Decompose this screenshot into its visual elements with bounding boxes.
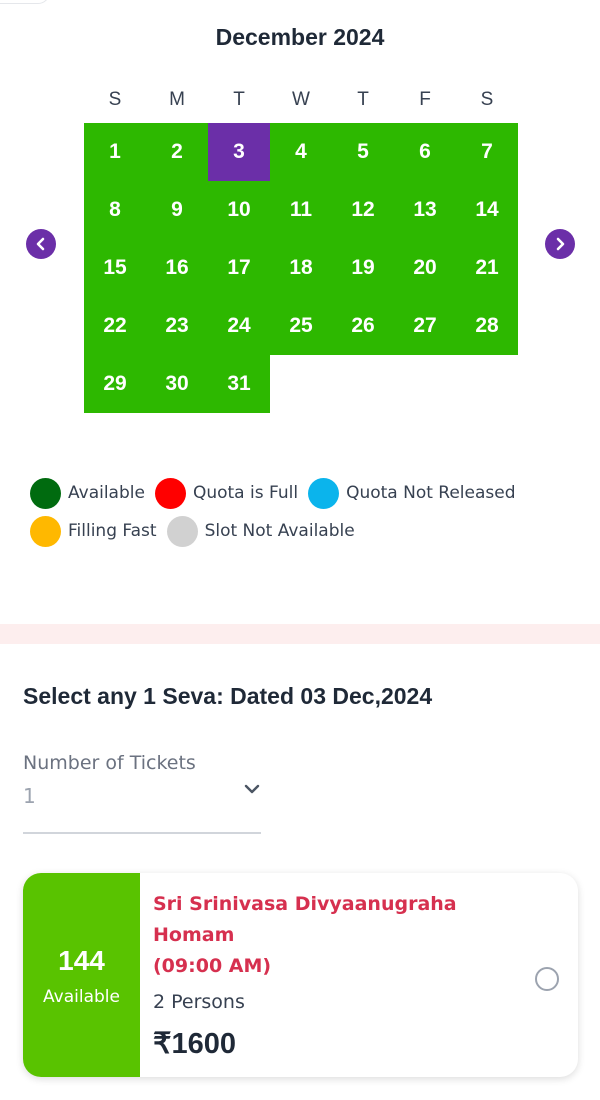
weekday-header: S M T W T F S — [84, 86, 518, 114]
legend-label: Available — [68, 483, 145, 503]
available-count: 144 — [58, 945, 105, 976]
calendar-day[interactable]: 19 — [332, 239, 394, 297]
calendar-day[interactable]: 13 — [394, 181, 456, 239]
number-of-tickets-select[interactable]: Number of Tickets 1 — [23, 752, 261, 834]
next-month-button[interactable] — [545, 229, 575, 259]
calendar-day[interactable]: 10 — [208, 181, 270, 239]
calendar-day[interactable]: 29 — [84, 355, 146, 413]
calendar-grid: 1 2 3 4 5 6 7 8 9 10 11 12 13 14 15 16 1… — [84, 123, 518, 413]
seva-info: Sri Srinivasa Divyaanugraha Homam (09:00… — [153, 889, 493, 1061]
legend-item-quota-not-released: Quota Not Released — [308, 477, 516, 509]
calendar-day[interactable]: 30 — [146, 355, 208, 413]
seva-time: (09:00 AM) — [153, 955, 272, 977]
tickets-label: Number of Tickets — [23, 752, 196, 774]
legend-label: Slot Not Available — [204, 521, 355, 541]
calendar-day[interactable]: 2 — [146, 123, 208, 181]
weekday-label: F — [419, 89, 431, 110]
calendar-day[interactable]: 12 — [332, 181, 394, 239]
quota-full-dot-icon — [154, 477, 186, 509]
legend-item-slot-not-available: Slot Not Available — [166, 515, 355, 547]
section-divider — [0, 624, 600, 644]
calendar-day[interactable]: 27 — [394, 297, 456, 355]
weekday-label: S — [108, 89, 122, 110]
legend-item-filling-fast: Filling Fast — [30, 515, 157, 547]
legend-item-available: Available — [30, 477, 145, 509]
available-dot-icon — [30, 477, 61, 509]
calendar-day[interactable]: 17 — [208, 239, 270, 297]
quota-not-released-dot-icon — [308, 477, 340, 509]
filling-fast-dot-icon — [30, 515, 61, 547]
calendar-day[interactable]: 21 — [456, 239, 518, 297]
seva-heading: Select any 1 Seva: Dated 03 Dec,2024 — [23, 683, 433, 709]
calendar-day[interactable]: 20 — [394, 239, 456, 297]
calendar-day[interactable]: 7 — [456, 123, 518, 181]
calendar-day[interactable]: 28 — [456, 297, 518, 355]
calendar-day-selected[interactable]: 3 — [208, 123, 270, 181]
weekday-label: M — [169, 89, 185, 110]
legend-item-quota-full: Quota is Full — [154, 477, 299, 509]
calendar-day[interactable]: 6 — [394, 123, 456, 181]
seva-name-line1: Sri Srinivasa Divyaanugraha — [153, 893, 457, 915]
legend-label: Quota is Full — [192, 483, 299, 503]
calendar-day[interactable]: 14 — [456, 181, 518, 239]
calendar-day[interactable]: 5 — [332, 123, 394, 181]
calendar-day[interactable]: 9 — [146, 181, 208, 239]
chevron-down-icon — [244, 784, 260, 794]
calendar-day[interactable]: 11 — [270, 181, 332, 239]
chevron-left-icon — [36, 237, 45, 251]
month-title: December 2024 — [215, 24, 385, 50]
calendar-day[interactable]: 15 — [84, 239, 146, 297]
calendar-day[interactable]: 18 — [270, 239, 332, 297]
slot-not-available-dot-icon — [166, 515, 198, 547]
seva-persons: 2 Persons — [153, 991, 245, 1013]
top-tab-edge — [0, 0, 50, 4]
calendar-day[interactable]: 26 — [332, 297, 394, 355]
chevron-right-icon — [556, 237, 565, 251]
calendar-day[interactable]: 4 — [270, 123, 332, 181]
calendar-day[interactable]: 23 — [146, 297, 208, 355]
weekday-label: T — [233, 89, 245, 110]
calendar-day[interactable]: 16 — [146, 239, 208, 297]
weekday-label: W — [292, 89, 310, 110]
availability-block: 144 Available — [23, 873, 140, 1077]
seva-radio-button[interactable] — [535, 967, 559, 991]
seva-card[interactable]: 144 Available Sri Srinivasa Divyaanugrah… — [23, 873, 578, 1077]
calendar-day[interactable]: 8 — [84, 181, 146, 239]
prev-month-button[interactable] — [26, 229, 56, 259]
seva-price: ₹1600 — [153, 1028, 236, 1060]
calendar-day[interactable]: 1 — [84, 123, 146, 181]
availability-legend: Available Quota is Full Quota Not Releas… — [30, 476, 590, 552]
seva-name-line2: Homam — [153, 924, 235, 946]
weekday-label: S — [480, 89, 494, 110]
calendar-day[interactable]: 25 — [270, 297, 332, 355]
legend-label: Filling Fast — [68, 521, 157, 541]
available-label: Available — [43, 987, 120, 1007]
calendar-day[interactable]: 31 — [208, 355, 270, 413]
weekday-label: T — [357, 89, 369, 110]
calendar-day[interactable]: 22 — [84, 297, 146, 355]
calendar-day[interactable]: 24 — [208, 297, 270, 355]
legend-label: Quota Not Released — [346, 483, 516, 503]
tickets-value: 1 — [23, 784, 36, 808]
